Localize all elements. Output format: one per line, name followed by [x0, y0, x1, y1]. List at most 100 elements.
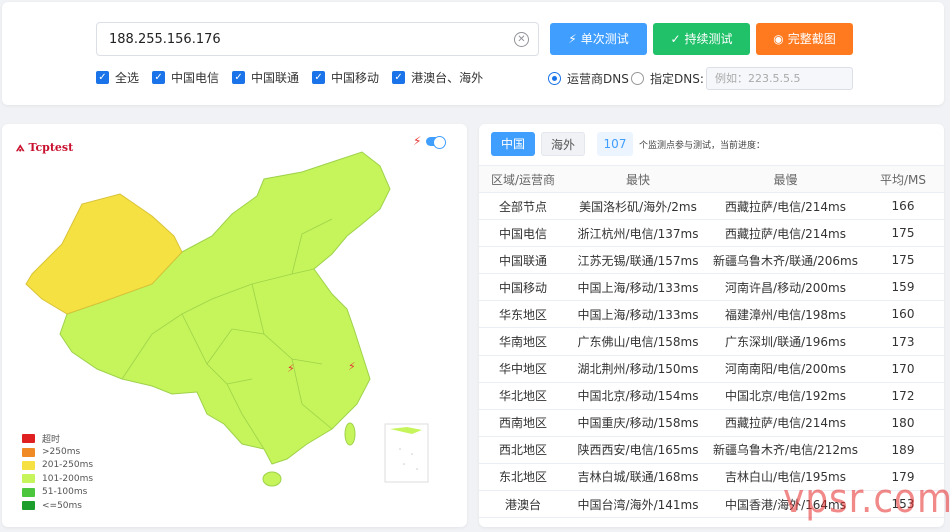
legend-item: 51-100ms	[22, 486, 93, 499]
table-row: 中国移动 中国上海/移动/133ms 河南许昌/移动/200ms 159	[479, 273, 944, 302]
filter-telecom[interactable]: ✓ 中国电信	[152, 69, 219, 86]
filter-overseas[interactable]: ✓ 港澳台、海外	[392, 69, 483, 86]
average-cell: 166	[862, 192, 944, 221]
clear-input-icon[interactable]: ✕	[514, 32, 529, 47]
column-header: 最快	[567, 165, 709, 193]
slowest-cell: 河南许昌/移动/200ms	[709, 273, 862, 302]
column-header: 最慢	[709, 165, 862, 193]
average-cell: 180	[862, 409, 944, 437]
filter-select-all[interactable]: ✓ 全选	[96, 69, 139, 86]
fastest-cell: 美国洛杉矶/海外/2ms	[567, 192, 709, 221]
slowest-cell: 河南南阳/电信/200ms	[709, 355, 862, 383]
slowest-cell: 西藏拉萨/电信/214ms	[709, 219, 862, 248]
logo-text: Tcptest	[28, 140, 74, 154]
lightning-icon: ⚡	[413, 134, 422, 148]
table-row: 西南地区 中国重庆/移动/158ms 西藏拉萨/电信/214ms 180	[479, 409, 944, 437]
slowest-cell: 广东深圳/联通/196ms	[709, 327, 862, 356]
region-cell: 东北地区	[479, 463, 567, 492]
lightning-icon: ⚡	[568, 32, 577, 46]
region-cell: 全部节点	[479, 192, 567, 221]
single-test-button[interactable]: ⚡ 单次测试	[550, 23, 647, 55]
radio-selected-icon[interactable]	[548, 72, 561, 85]
region-cell: 华南地区	[479, 327, 567, 356]
region-cell: 华中地区	[479, 355, 567, 383]
column-header: 平均/MS	[862, 165, 944, 193]
region-cell: 港澳台	[479, 490, 567, 519]
fastest-cell: 浙江杭州/电信/137ms	[567, 219, 709, 248]
fastest-cell: 中国台湾/海外/141ms	[567, 490, 709, 519]
table-row: 西北地区 陕西西安/电信/165ms 新疆乌鲁木齐/电信/212ms 189	[479, 436, 944, 464]
checkbox-checked-icon[interactable]: ✓	[152, 71, 166, 84]
checkbox-checked-icon[interactable]: ✓	[392, 71, 406, 84]
table-header-row: 区域/运营商 最快 最慢 平均/MS	[479, 165, 944, 193]
checkbox-checked-icon[interactable]: ✓	[312, 71, 326, 84]
lightning-marker-icon: ⚡	[348, 360, 356, 373]
legend-item: <=50ms	[22, 499, 93, 512]
continuous-test-button[interactable]: ✓ 持续测试	[653, 23, 750, 55]
region-cell: 西北地区	[479, 436, 567, 464]
fastest-cell: 中国上海/移动/133ms	[567, 300, 709, 329]
dns-custom-label: 指定DNS:	[650, 72, 704, 86]
fastest-cell: 广东佛山/电信/158ms	[567, 327, 709, 356]
check-icon: ✓	[670, 32, 681, 46]
filter-label: 港澳台、海外	[411, 71, 484, 85]
table-row: 中国电信 浙江杭州/电信/137ms 西藏拉萨/电信/214ms 175	[479, 219, 944, 248]
results-panel: 中国 海外 107 个监测点参与测试，当前进度： 区域/运营商 最快 最慢 平均…	[479, 124, 944, 527]
filter-label: 全选	[115, 71, 140, 85]
ip-input[interactable]: 188.255.156.176 ✕	[96, 22, 539, 56]
filter-label: 中国移动	[331, 71, 380, 85]
fastest-cell: 陕西西安/电信/165ms	[567, 436, 709, 464]
legend-item: 201-250ms	[22, 459, 93, 472]
screenshot-button[interactable]: ◉ 完整截图	[756, 23, 853, 55]
legend-item: 超时	[22, 432, 93, 445]
map-region-taiwan	[344, 422, 356, 446]
average-cell: 175	[862, 219, 944, 248]
checkbox-checked-icon[interactable]: ✓	[232, 71, 246, 84]
results-table: 区域/运营商 最快 最慢 平均/MS 全部节点 美国洛杉矶/海外/2ms 西藏拉萨/…	[479, 165, 944, 519]
slowest-cell: 西藏拉萨/电信/214ms	[709, 409, 862, 437]
tab-china[interactable]: 中国	[491, 132, 535, 156]
fastest-cell: 中国重庆/移动/158ms	[567, 409, 709, 437]
region-cell: 西南地区	[479, 409, 567, 437]
legend-item: >250ms	[22, 445, 93, 458]
node-count-note: 个监测点参与测试，当前进度：	[639, 141, 766, 151]
fastest-cell: 中国上海/移动/133ms	[567, 273, 709, 302]
region-cell: 中国联通	[479, 246, 567, 275]
map-region-hainan	[262, 471, 282, 487]
fastest-cell: 湖北荆州/移动/150ms	[567, 355, 709, 383]
legend-item: 101-200ms	[22, 472, 93, 485]
test-control-panel: 188.255.156.176 ✕ ⚡ 单次测试 ✓ 持续测试 ◉ 完整截图 ✓ 全选 …	[2, 2, 944, 105]
ip-input-value: 188.255.156.176	[109, 32, 221, 47]
table-row: 华北地区 中国北京/移动/154ms 中国北京/电信/192ms 172	[479, 382, 944, 410]
isp-filter-group: ✓ 全选 ✓ 中国电信 ✓ 中国联通 ✓ 中国移动 ✓ 港澳台、海外	[96, 69, 496, 86]
table-row: 全部节点 美国洛杉矶/海外/2ms 西藏拉萨/电信/214ms 166	[479, 192, 944, 221]
average-cell: 175	[862, 246, 944, 275]
region-cell: 华北地区	[479, 382, 567, 410]
custom-dns-input[interactable]: 例如：223.5.5.5	[706, 67, 853, 90]
slowest-cell: 中国北京/电信/192ms	[709, 382, 862, 410]
slowest-cell: 新疆乌鲁木齐/联通/206ms	[709, 246, 862, 275]
average-cell: 173	[862, 327, 944, 356]
filter-label: 中国电信	[171, 71, 220, 85]
region-cell: 中国移动	[479, 273, 567, 302]
single-test-label: 单次测试	[580, 32, 629, 46]
dns-custom-radio[interactable]: 指定DNS:	[631, 70, 704, 87]
dns-isp-radio[interactable]: 运营商DNS	[548, 70, 629, 87]
region-cell: 中国电信	[479, 219, 567, 248]
fastest-cell: 江苏无锡/联通/157ms	[567, 246, 709, 275]
map-animation-toggle[interactable]	[426, 136, 446, 149]
screenshot-label: 完整截图	[787, 32, 836, 46]
radio-unselected-icon[interactable]	[631, 72, 644, 85]
table-row: 华东地区 中国上海/移动/133ms 福建漳州/电信/198ms 160	[479, 300, 944, 329]
logo-mark-icon: ⟑	[16, 139, 25, 155]
column-header: 区域/运营商	[479, 165, 567, 193]
tab-overseas[interactable]: 海外	[541, 132, 585, 156]
filter-mobile[interactable]: ✓ 中国移动	[312, 69, 379, 86]
node-count-badge: 107	[597, 132, 633, 156]
filter-unicom[interactable]: ✓ 中国联通	[232, 69, 299, 86]
checkbox-checked-icon[interactable]: ✓	[96, 71, 109, 84]
map-legend: 超时 >250ms 201-250ms 101-200ms 51-100ms <…	[22, 432, 93, 512]
table-row: 中国联通 江苏无锡/联通/157ms 新疆乌鲁木齐/联通/206ms 175	[479, 246, 944, 275]
average-cell: 159	[862, 273, 944, 302]
site-watermark: vpsr.com	[783, 476, 950, 522]
